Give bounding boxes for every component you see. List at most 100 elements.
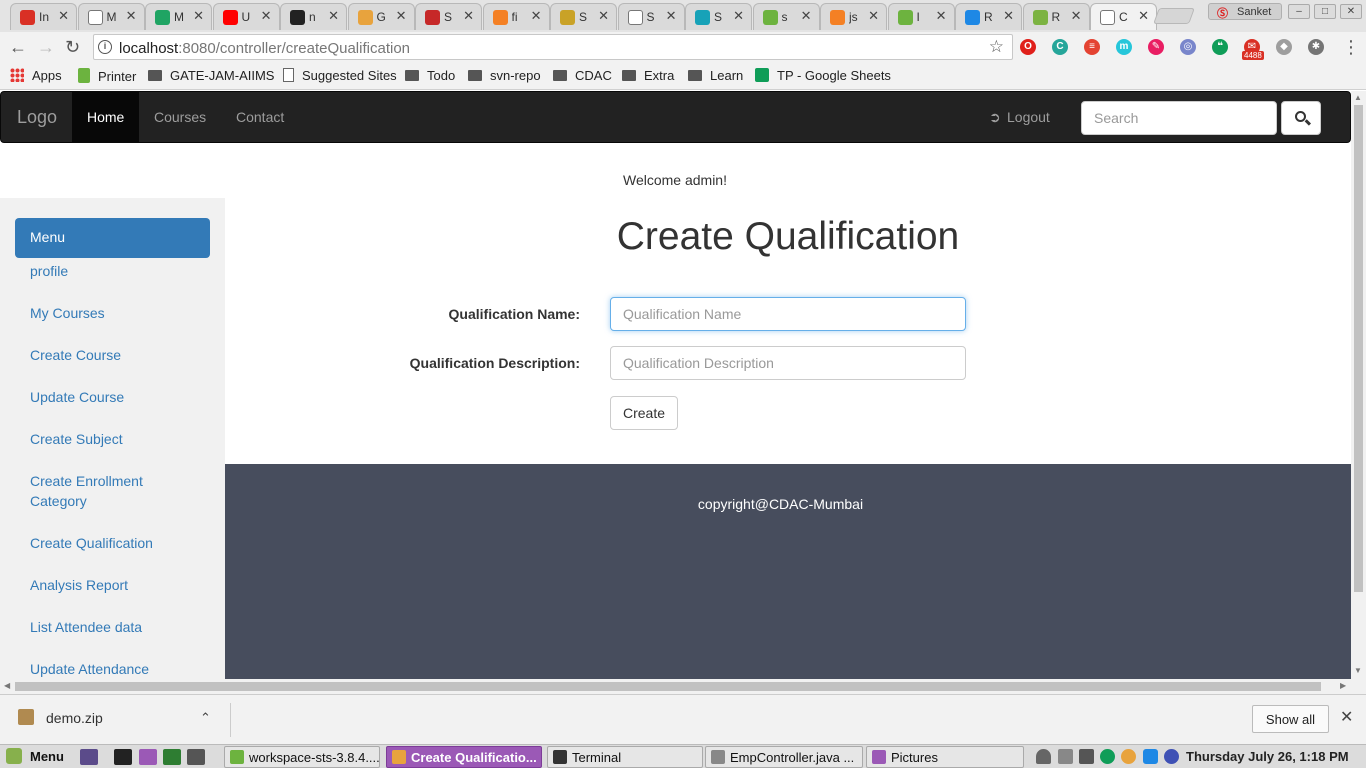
tab-close-icon[interactable]: ✕ — [936, 8, 947, 24]
tab-close-icon[interactable]: ✕ — [463, 8, 474, 24]
bookmark-item[interactable]: Suggested Sites — [283, 68, 397, 83]
sidebar-item-update-attendance[interactable]: Update Attendance — [30, 659, 200, 679]
new-tab-button[interactable] — [1153, 8, 1195, 24]
monitor-launcher-icon[interactable] — [187, 749, 205, 765]
teamviewer-icon[interactable] — [1143, 749, 1158, 764]
tab-close-icon[interactable]: ✕ — [1071, 8, 1082, 24]
scroll-up-arrow-icon[interactable]: ▲ — [1354, 93, 1362, 102]
window-close-icon[interactable]: ✕ — [1340, 4, 1362, 19]
reload-icon[interactable]: ↻ — [65, 37, 80, 58]
pen-icon[interactable] — [1058, 749, 1073, 764]
sidebar-item-analysis-report[interactable]: Analysis Report — [30, 575, 200, 595]
browser-tab[interactable]: S ✕ — [550, 3, 617, 30]
search-button[interactable] — [1281, 101, 1321, 135]
feather-icon[interactable]: ✎ — [1148, 39, 1164, 55]
show-desktop-icon[interactable] — [80, 749, 98, 765]
volume-icon[interactable] — [1079, 749, 1094, 764]
todoist-icon[interactable]: ≡ — [1084, 39, 1100, 55]
compass-icon[interactable]: ◎ — [1180, 39, 1196, 55]
search-input[interactable] — [1081, 101, 1277, 135]
browser-tab[interactable]: S ✕ — [617, 3, 685, 30]
taskbar-window-button[interactable]: Pictures — [866, 746, 1024, 768]
tab-close-icon[interactable]: ✕ — [261, 8, 272, 24]
horizontal-scroll-thumb[interactable] — [15, 682, 1321, 691]
nav-courses[interactable]: Courses — [139, 92, 221, 142]
profile-button[interactable]: Ⓢ Sanket — [1208, 3, 1282, 20]
hangouts-icon[interactable]: ❝ — [1212, 39, 1228, 55]
bookmark-item[interactable]: Todo — [405, 68, 455, 83]
show-all-button[interactable]: Show all — [1252, 705, 1329, 733]
browser-tab[interactable]: C ✕ — [1090, 3, 1157, 30]
bookmark-star-icon[interactable]: ☆ — [989, 37, 1004, 57]
chevron-up-icon[interactable]: ⌃ — [200, 710, 211, 726]
browser-tab[interactable]: U ✕ — [212, 3, 280, 30]
tab-close-icon[interactable]: ✕ — [1138, 8, 1149, 24]
taskbar-window-button[interactable]: Terminal — [547, 746, 703, 768]
scroll-right-arrow-icon[interactable]: ▶ — [1340, 681, 1346, 690]
horizontal-scrollbar[interactable]: ◀ ▶ — [0, 679, 1351, 694]
back-arrow-icon[interactable]: ← — [9, 37, 27, 58]
sidebar-item-create-enrollment-category[interactable]: Create Enrollment Category — [30, 471, 200, 511]
browser-tab[interactable]: S ✕ — [685, 3, 752, 30]
browser-tab[interactable]: n ✕ — [280, 3, 347, 30]
browser-tab[interactable]: js ✕ — [820, 3, 887, 30]
bookmark-item[interactable]: Apps — [10, 68, 62, 83]
browser-tab[interactable]: R ✕ — [955, 3, 1022, 30]
taskbar-window-button[interactable]: EmpController.java ... — [705, 746, 863, 768]
tab-close-icon[interactable]: ✕ — [126, 8, 137, 24]
sidebar-item-profile[interactable]: profile — [30, 261, 200, 281]
browser-tab[interactable]: M ✕ — [77, 3, 145, 30]
vertical-scroll-thumb[interactable] — [1354, 105, 1363, 592]
qualification-name-input[interactable] — [610, 297, 966, 331]
tab-close-icon[interactable]: ✕ — [868, 8, 879, 24]
info-icon[interactable]: i — [98, 40, 112, 54]
sidebar-item-list-attendee-data[interactable]: List Attendee data — [30, 617, 200, 637]
tab-close-icon[interactable]: ✕ — [598, 8, 609, 24]
browser-tab[interactable]: M ✕ — [145, 3, 212, 30]
tab-close-icon[interactable]: ✕ — [531, 8, 542, 24]
browser-tab[interactable]: fi ✕ — [482, 3, 550, 30]
download-item[interactable]: demo.zip — [18, 709, 103, 726]
hangouts-tray-icon[interactable] — [1100, 749, 1115, 764]
settings-extension-icon[interactable]: ✱ — [1308, 39, 1324, 55]
logout-link[interactable]: ➲ Logout — [989, 109, 1050, 126]
minimize-icon[interactable]: – — [1288, 4, 1310, 19]
user-icon[interactable] — [1036, 749, 1051, 764]
tab-close-icon[interactable]: ✕ — [666, 8, 677, 24]
extension-grey-icon[interactable]: ◆ — [1276, 39, 1292, 55]
sidebar-item-create-qualification[interactable]: Create Qualification — [30, 533, 200, 553]
bookmark-item[interactable]: TP - Google Sheets — [755, 68, 891, 83]
bookmark-item[interactable]: Extra — [622, 68, 674, 83]
sidebar-item-create-course[interactable]: Create Course — [30, 345, 200, 365]
nav-contact[interactable]: Contact — [221, 92, 299, 142]
bookmark-item[interactable]: Printer — [78, 68, 136, 84]
taskbar-window-button[interactable]: workspace-sts-3.8.4.... — [224, 746, 380, 768]
sidebar-item-update-course[interactable]: Update Course — [30, 387, 200, 407]
bookmark-item[interactable]: CDAC — [553, 68, 612, 83]
bookmark-item[interactable]: svn-repo — [468, 68, 541, 83]
create-button[interactable]: Create — [610, 396, 678, 430]
vertical-scrollbar[interactable]: ▲ ▼ — [1351, 91, 1366, 694]
m-extension-icon[interactable]: m — [1116, 39, 1132, 55]
forward-arrow-icon[interactable]: → — [37, 37, 55, 58]
url-text[interactable]: localhost:8080/controller/createQualific… — [119, 40, 410, 57]
tab-close-icon[interactable]: ✕ — [733, 8, 744, 24]
close-icon[interactable]: ✕ — [1340, 707, 1353, 727]
brand-logo[interactable]: Logo — [17, 107, 57, 128]
nav-home[interactable]: Home — [72, 92, 140, 142]
bookmark-item[interactable]: Learn — [688, 68, 743, 83]
c-extension-icon[interactable]: C — [1052, 39, 1068, 55]
browser-tab[interactable]: S ✕ — [415, 3, 482, 30]
browser-tab[interactable]: R ✕ — [1022, 3, 1090, 30]
tab-close-icon[interactable]: ✕ — [801, 8, 812, 24]
browser-tab[interactable]: s ✕ — [752, 3, 820, 30]
shield-icon[interactable] — [1164, 749, 1179, 764]
address-bar[interactable]: i localhost:8080/controller/createQualif… — [93, 34, 1013, 60]
sidebar-item-my-courses[interactable]: My Courses — [30, 303, 200, 323]
tab-close-icon[interactable]: ✕ — [193, 8, 204, 24]
terminal-launcher-icon[interactable] — [114, 749, 132, 765]
start-menu-button[interactable]: Menu — [6, 748, 64, 764]
scroll-left-arrow-icon[interactable]: ◀ — [4, 681, 10, 690]
browser-tab[interactable]: In ✕ — [10, 3, 77, 30]
tab-close-icon[interactable]: ✕ — [1003, 8, 1014, 24]
